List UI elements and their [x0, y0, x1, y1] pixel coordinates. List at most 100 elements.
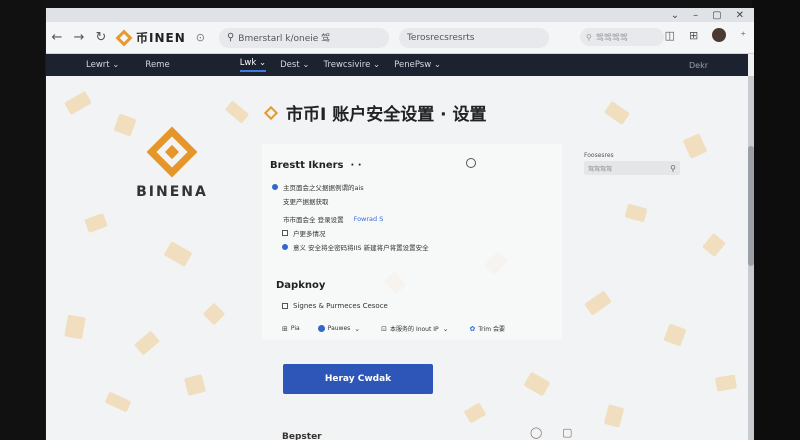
circle-icon[interactable]: ◯	[530, 426, 542, 439]
minimize-icon[interactable]: –	[693, 10, 698, 21]
secondary-tab[interactable]: Terosrecsresrts	[398, 27, 549, 48]
chat-icon[interactable]: ▢	[562, 426, 572, 439]
option-trim-label: Trim 会要	[478, 326, 506, 333]
title-bar: ⌄ – ▢ ✕	[46, 8, 754, 22]
checkbox-signes-label: Signes & Purmeces Cesoce	[293, 302, 388, 310]
extension-icon[interactable]: ◫	[665, 29, 675, 42]
search-icon: ⚲	[586, 32, 592, 42]
window-controls: ⌄ – ▢ ✕	[671, 8, 744, 22]
checkbox-option-1-label: 户更多情况	[293, 230, 326, 238]
background-pattern	[584, 290, 612, 316]
active-tab[interactable]: 币INEN ⊙	[115, 29, 205, 46]
side-search-label: Foosesres	[584, 152, 614, 159]
background-pattern	[183, 373, 207, 397]
checkbox-option-1[interactable]: 户更多情况	[282, 228, 326, 238]
close-icon[interactable]: ✕	[736, 10, 744, 21]
background-pattern	[603, 100, 631, 126]
background-pattern	[224, 100, 250, 124]
radio-option-2-label: 支更产据据获取	[283, 198, 329, 206]
option-pauwes-label: Pauwes	[327, 325, 351, 332]
background-pattern	[64, 314, 86, 340]
checkbox-option-2[interactable]: 意义 安全将全密码将IIS 新建将户将置设置安全	[282, 242, 429, 252]
maximize-icon[interactable]: ▢	[712, 10, 721, 21]
radio-option-1[interactable]: 主页面会之父据据例谓的ais	[272, 182, 364, 192]
setting-row-login: 市市面会全 登录设置 Fowrad S	[283, 214, 383, 224]
back-icon[interactable]: ←	[46, 30, 68, 45]
section-title-dots: · ·	[346, 160, 362, 171]
address-bar[interactable]: ⚲ Bmerstarl k/oneie 驾	[218, 27, 389, 48]
option-inout-ip-label: 本服务的 Inout IP	[390, 326, 439, 333]
checkbox-unchecked[interactable]	[282, 303, 288, 309]
background-pattern	[104, 391, 132, 413]
monitor-bezel-left	[0, 0, 45, 440]
tab-audio-icon: ⊙	[195, 31, 205, 44]
browser-search-placeholder: 驾驾驾驾	[595, 32, 628, 42]
section-title: Brestt Ikners · ·	[270, 160, 362, 171]
radio-selected[interactable]	[272, 184, 278, 190]
radio-option-2[interactable]: 支更产据据获取	[283, 196, 329, 206]
nav-right-label[interactable]: Dekr	[689, 61, 708, 70]
checkbox-checked[interactable]	[282, 244, 288, 250]
selected-dot-icon	[317, 325, 325, 332]
menu-icon[interactable]: ⁺	[740, 29, 746, 42]
nav-item-lewrt[interactable]: Lewrt ⌄	[86, 60, 119, 70]
chevron-down-icon: ⌄	[354, 324, 361, 333]
browser-window: ⌄ – ▢ ✕ ← → ↻ 币INEN ⊙ ⚲ Bmerstarl k/onei…	[46, 8, 754, 440]
option-pia[interactable]: ⊞ Pia	[282, 325, 300, 333]
radio-option-1-label: 主页面会之父据据例谓的ais	[283, 184, 364, 192]
option-pauwes[interactable]: Pauwes ⌄	[317, 324, 363, 333]
scrollbar[interactable]	[748, 76, 754, 440]
secondary-tab-label: Terosrecsresrts	[406, 32, 475, 43]
background-pattern	[714, 374, 738, 392]
option-trim[interactable]: ✿ Trim 会要	[470, 324, 506, 334]
background-pattern	[163, 241, 193, 267]
section-title-text: Brestt Ikners	[270, 160, 344, 171]
address-text: Bmerstarl k/oneie 驾	[238, 34, 331, 44]
profile-avatar[interactable]	[712, 28, 727, 42]
option-inout-ip[interactable]: ⊡ 本服务的 Inout IP ⌄	[381, 324, 451, 334]
background-pattern	[463, 402, 487, 424]
setting-row-login-label: 市市面会全 登录设置	[283, 216, 344, 224]
tab-label: 币INEN	[136, 31, 186, 45]
scrollbar-thumb[interactable]	[748, 146, 754, 266]
section2-title: Dapknoy	[276, 280, 326, 291]
checkbox-unchecked[interactable]	[282, 230, 288, 236]
brand-logo-icon	[115, 29, 133, 46]
main-content: BINENA 市币I 账户安全设置 · 设置 Brestt Ikners · ·…	[46, 76, 748, 440]
monitor-bezel-right	[752, 0, 800, 440]
forward-icon[interactable]: →	[68, 30, 90, 45]
search-icon: ⚲	[226, 32, 235, 43]
background-pattern	[624, 203, 648, 223]
brand-logo: BINENA	[132, 126, 212, 200]
chevron-down-icon[interactable]: ⌄	[671, 10, 679, 21]
nav-item-dest[interactable]: Dest ⌄	[280, 60, 309, 70]
side-search: Foosesres 驾驾驾驾 ⚲	[584, 152, 680, 178]
nav-item-penepsw[interactable]: PenePsw ⌄	[394, 60, 441, 70]
primary-button[interactable]: Heray Cwdak	[283, 364, 433, 394]
chevron-down-icon: ⌄	[442, 324, 449, 333]
nav-item-lwk[interactable]: Lwk ⌄	[239, 58, 267, 72]
footer-section-title: Bepster	[282, 432, 322, 440]
browser-search-field[interactable]: ⚲ 驾驾驾驾	[580, 28, 664, 46]
search-icon: ⚲	[670, 163, 676, 173]
background-pattern	[663, 323, 687, 347]
background-pattern	[603, 404, 625, 428]
network-icon: ⊡	[381, 324, 388, 333]
heading-diamond-icon	[263, 105, 279, 120]
option-row: ⊞ Pia Pauwes ⌄ ⊡ 本服务的 Inout IP ⌄ ✿ Trim …	[282, 324, 506, 334]
nav-item-trewcsivire[interactable]: Trewcsivire ⌄	[324, 60, 381, 70]
refresh-icon[interactable]: ↻	[90, 30, 112, 45]
checkbox-signes[interactable]: Signes & Purmeces Cesoce	[282, 302, 388, 310]
background-pattern	[134, 330, 160, 356]
nav-item-reme[interactable]: Reme	[145, 60, 169, 70]
side-search-placeholder: 驾驾驾驾	[588, 165, 613, 173]
brand-wordmark: BINENA	[136, 184, 208, 200]
grid-icon[interactable]: ⊞	[689, 29, 698, 42]
setting-link[interactable]: Fowrad S	[354, 215, 384, 223]
page-heading: 市币I 账户安全设置 · 设置	[263, 100, 487, 125]
background-pattern	[202, 302, 226, 326]
checkbox-option-2-label: 意义 安全将全密码将IIS 新建将户将置设置安全	[293, 244, 429, 252]
side-search-input[interactable]: 驾驾驾驾 ⚲	[584, 161, 680, 175]
brand-diamond-icon	[146, 126, 198, 178]
text-format-icon: ⊞	[282, 324, 288, 333]
